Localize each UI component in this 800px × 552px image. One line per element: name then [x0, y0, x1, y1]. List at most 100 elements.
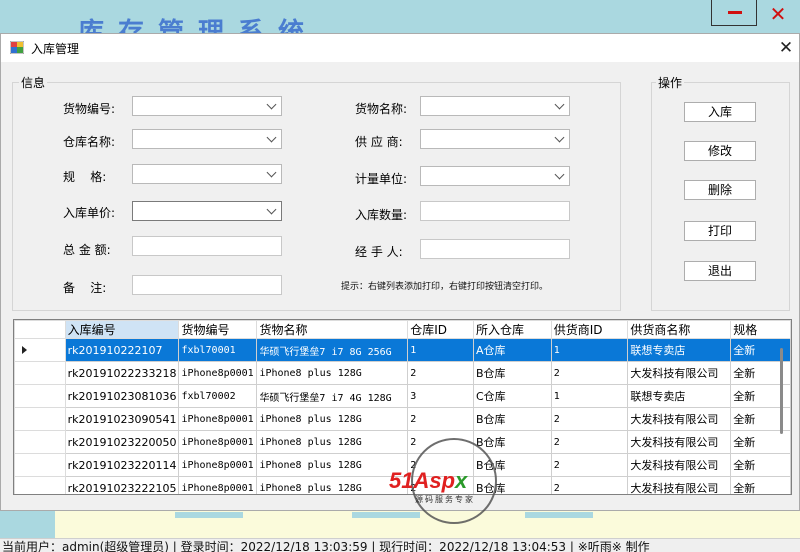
table-cell[interactable]: 2 [407, 407, 474, 431]
table-cell[interactable]: rk20191023220114 [64, 453, 180, 477]
row-header[interactable] [14, 476, 66, 494]
table-row[interactable]: rk20191023220050 iPhone8p0001 iPhone8 plus… [14, 430, 791, 454]
table-cell[interactable]: 1 [407, 338, 474, 362]
print-button[interactable]: 打印 [684, 221, 756, 241]
table-cell[interactable]: 2 [407, 430, 474, 454]
table-cell[interactable]: iPhone8 plus 128G [256, 476, 409, 494]
table-row[interactable]: rk20191022233218 iPhone8p0001 iPhone8 plus… [14, 361, 791, 385]
table-row[interactable]: rk201910222107 fxbl70001 华硕飞行堡垒7 i7 8G 256… [14, 338, 791, 362]
goods-id-combo[interactable] [132, 96, 282, 116]
row-header[interactable] [14, 361, 66, 385]
table-cell[interactable]: iPhone8 plus 128G [256, 361, 409, 385]
column-header[interactable]: 仓库ID [407, 320, 474, 339]
stock-in-button[interactable]: 入库 [684, 102, 756, 122]
table-cell[interactable]: rk20191022233218 [64, 361, 180, 385]
table-cell[interactable]: rk20191023081036 [64, 384, 180, 408]
table-cell[interactable]: 2 [550, 476, 629, 494]
table-cell[interactable]: 华硕飞行堡垒7 i7 8G 256G [256, 338, 409, 362]
table-cell[interactable]: 2 [407, 361, 474, 385]
minimize-button[interactable] [711, 0, 757, 26]
warehouse-name-combo[interactable] [132, 129, 282, 149]
column-header[interactable]: 所入仓库 [472, 320, 552, 339]
table-cell[interactable]: 大发科技有限公司 [627, 476, 732, 494]
table-cell[interactable]: B仓库 [472, 407, 552, 431]
column-header[interactable]: 供货商ID [550, 320, 629, 339]
row-header[interactable] [14, 430, 66, 454]
table-cell[interactable]: B仓库 [472, 453, 552, 477]
table-row[interactable]: rk20191023081036 fxbl70002 华硕飞行堡垒7 i7 4G 1… [14, 384, 791, 408]
row-header[interactable] [14, 453, 66, 477]
main-close-button[interactable]: ✕ [762, 2, 794, 26]
table-cell[interactable]: B仓库 [472, 476, 552, 494]
table-cell[interactable]: 大发科技有限公司 [627, 361, 732, 385]
row-header[interactable] [14, 384, 66, 408]
dialog-close-button[interactable]: ✕ [775, 37, 797, 59]
table-row[interactable]: rk20191023222105 iPhone8p0001 iPhone8 plus… [14, 476, 791, 494]
table-cell[interactable]: 2 [407, 476, 474, 494]
table-cell[interactable]: iPhone8p0001 [178, 476, 258, 494]
table-cell[interactable]: 联想专卖店 [627, 338, 732, 362]
table-cell[interactable]: rk201910222107 [64, 338, 180, 362]
delete-button[interactable]: 删除 [684, 180, 756, 200]
table-cell[interactable]: 2 [550, 430, 629, 454]
table-cell[interactable]: 华硕飞行堡垒7 i7 4G 128G [256, 384, 409, 408]
column-header[interactable]: 供货商名称 [627, 320, 732, 339]
column-header[interactable]: 货物名称 [256, 320, 409, 339]
table-cell[interactable]: fxbl70002 [178, 384, 258, 408]
total-amount-field[interactable] [132, 236, 282, 256]
column-header[interactable]: 货物编号 [178, 320, 258, 339]
quantity-label: 入库数量: [355, 208, 408, 222]
table-cell[interactable]: C仓库 [472, 384, 552, 408]
table-cell[interactable]: 1 [550, 338, 629, 362]
table-cell[interactable]: iPhone8p0001 [178, 407, 258, 431]
table-cell[interactable]: 2 [550, 361, 629, 385]
table-cell[interactable]: 大发科技有限公司 [627, 430, 732, 454]
table-cell[interactable]: A仓库 [472, 338, 552, 362]
table-cell[interactable]: 1 [550, 384, 629, 408]
handler-field[interactable] [420, 239, 570, 259]
column-header[interactable]: 入库编号 [64, 320, 180, 339]
row-header[interactable] [14, 338, 66, 362]
chevron-down-icon [266, 132, 277, 143]
table-cell[interactable]: 全新 [730, 453, 791, 477]
goods-name-combo[interactable] [420, 96, 570, 116]
table-cell[interactable]: iPhone8 plus 128G [256, 407, 409, 431]
remark-field[interactable] [132, 275, 282, 295]
table-cell[interactable]: B仓库 [472, 430, 552, 454]
table-cell[interactable]: iPhone8 plus 128G [256, 430, 409, 454]
supplier-combo[interactable] [420, 129, 570, 149]
table-cell[interactable]: iPhone8p0001 [178, 430, 258, 454]
table-cell[interactable]: fxbl70001 [178, 338, 258, 362]
table-cell[interactable]: rk20191023222105 [64, 476, 180, 494]
table-cell[interactable]: 大发科技有限公司 [627, 453, 732, 477]
stock-in-grid[interactable]: 入库编号 货物编号 货物名称 仓库ID 所入仓库 供货商ID 供货商名称 规格 … [13, 319, 792, 495]
column-header[interactable]: 规格 [730, 320, 791, 339]
remark-label: 备 注: [63, 281, 107, 295]
spec-combo[interactable] [132, 164, 282, 184]
table-cell[interactable]: rk20191023220050 [64, 430, 180, 454]
table-cell[interactable]: 2 [550, 453, 629, 477]
table-cell[interactable]: iPhone8 plus 128G [256, 453, 409, 477]
modify-button[interactable]: 修改 [684, 141, 756, 161]
row-header[interactable] [14, 407, 66, 431]
unit-price-combo[interactable] [132, 201, 282, 221]
table-row[interactable]: rk20191023220114 iPhone8p0001 iPhone8 plus… [14, 453, 791, 477]
table-row[interactable]: rk20191023090541 iPhone8p0001 iPhone8 plus… [14, 407, 791, 431]
table-cell[interactable]: rk20191023090541 [64, 407, 180, 431]
table-cell[interactable]: 2 [407, 453, 474, 477]
quantity-field[interactable] [420, 201, 570, 221]
table-cell[interactable]: iPhone8p0001 [178, 361, 258, 385]
chevron-down-icon [554, 132, 565, 143]
table-cell[interactable]: B仓库 [472, 361, 552, 385]
table-cell[interactable]: 联想专卖店 [627, 384, 732, 408]
unit-combo[interactable] [420, 166, 570, 186]
table-cell[interactable]: 3 [407, 384, 474, 408]
status-bar: 当前用户：admin(超级管理员) | 登录时间：2022/12/18 13:0… [0, 538, 800, 552]
vertical-scrollbar[interactable] [780, 348, 783, 434]
table-cell[interactable]: 大发科技有限公司 [627, 407, 732, 431]
chevron-down-icon [554, 99, 565, 110]
table-cell[interactable]: 2 [550, 407, 629, 431]
table-cell[interactable]: iPhone8p0001 [178, 453, 258, 477]
exit-button[interactable]: 退出 [684, 261, 756, 281]
table-cell[interactable]: 全新 [730, 476, 791, 494]
